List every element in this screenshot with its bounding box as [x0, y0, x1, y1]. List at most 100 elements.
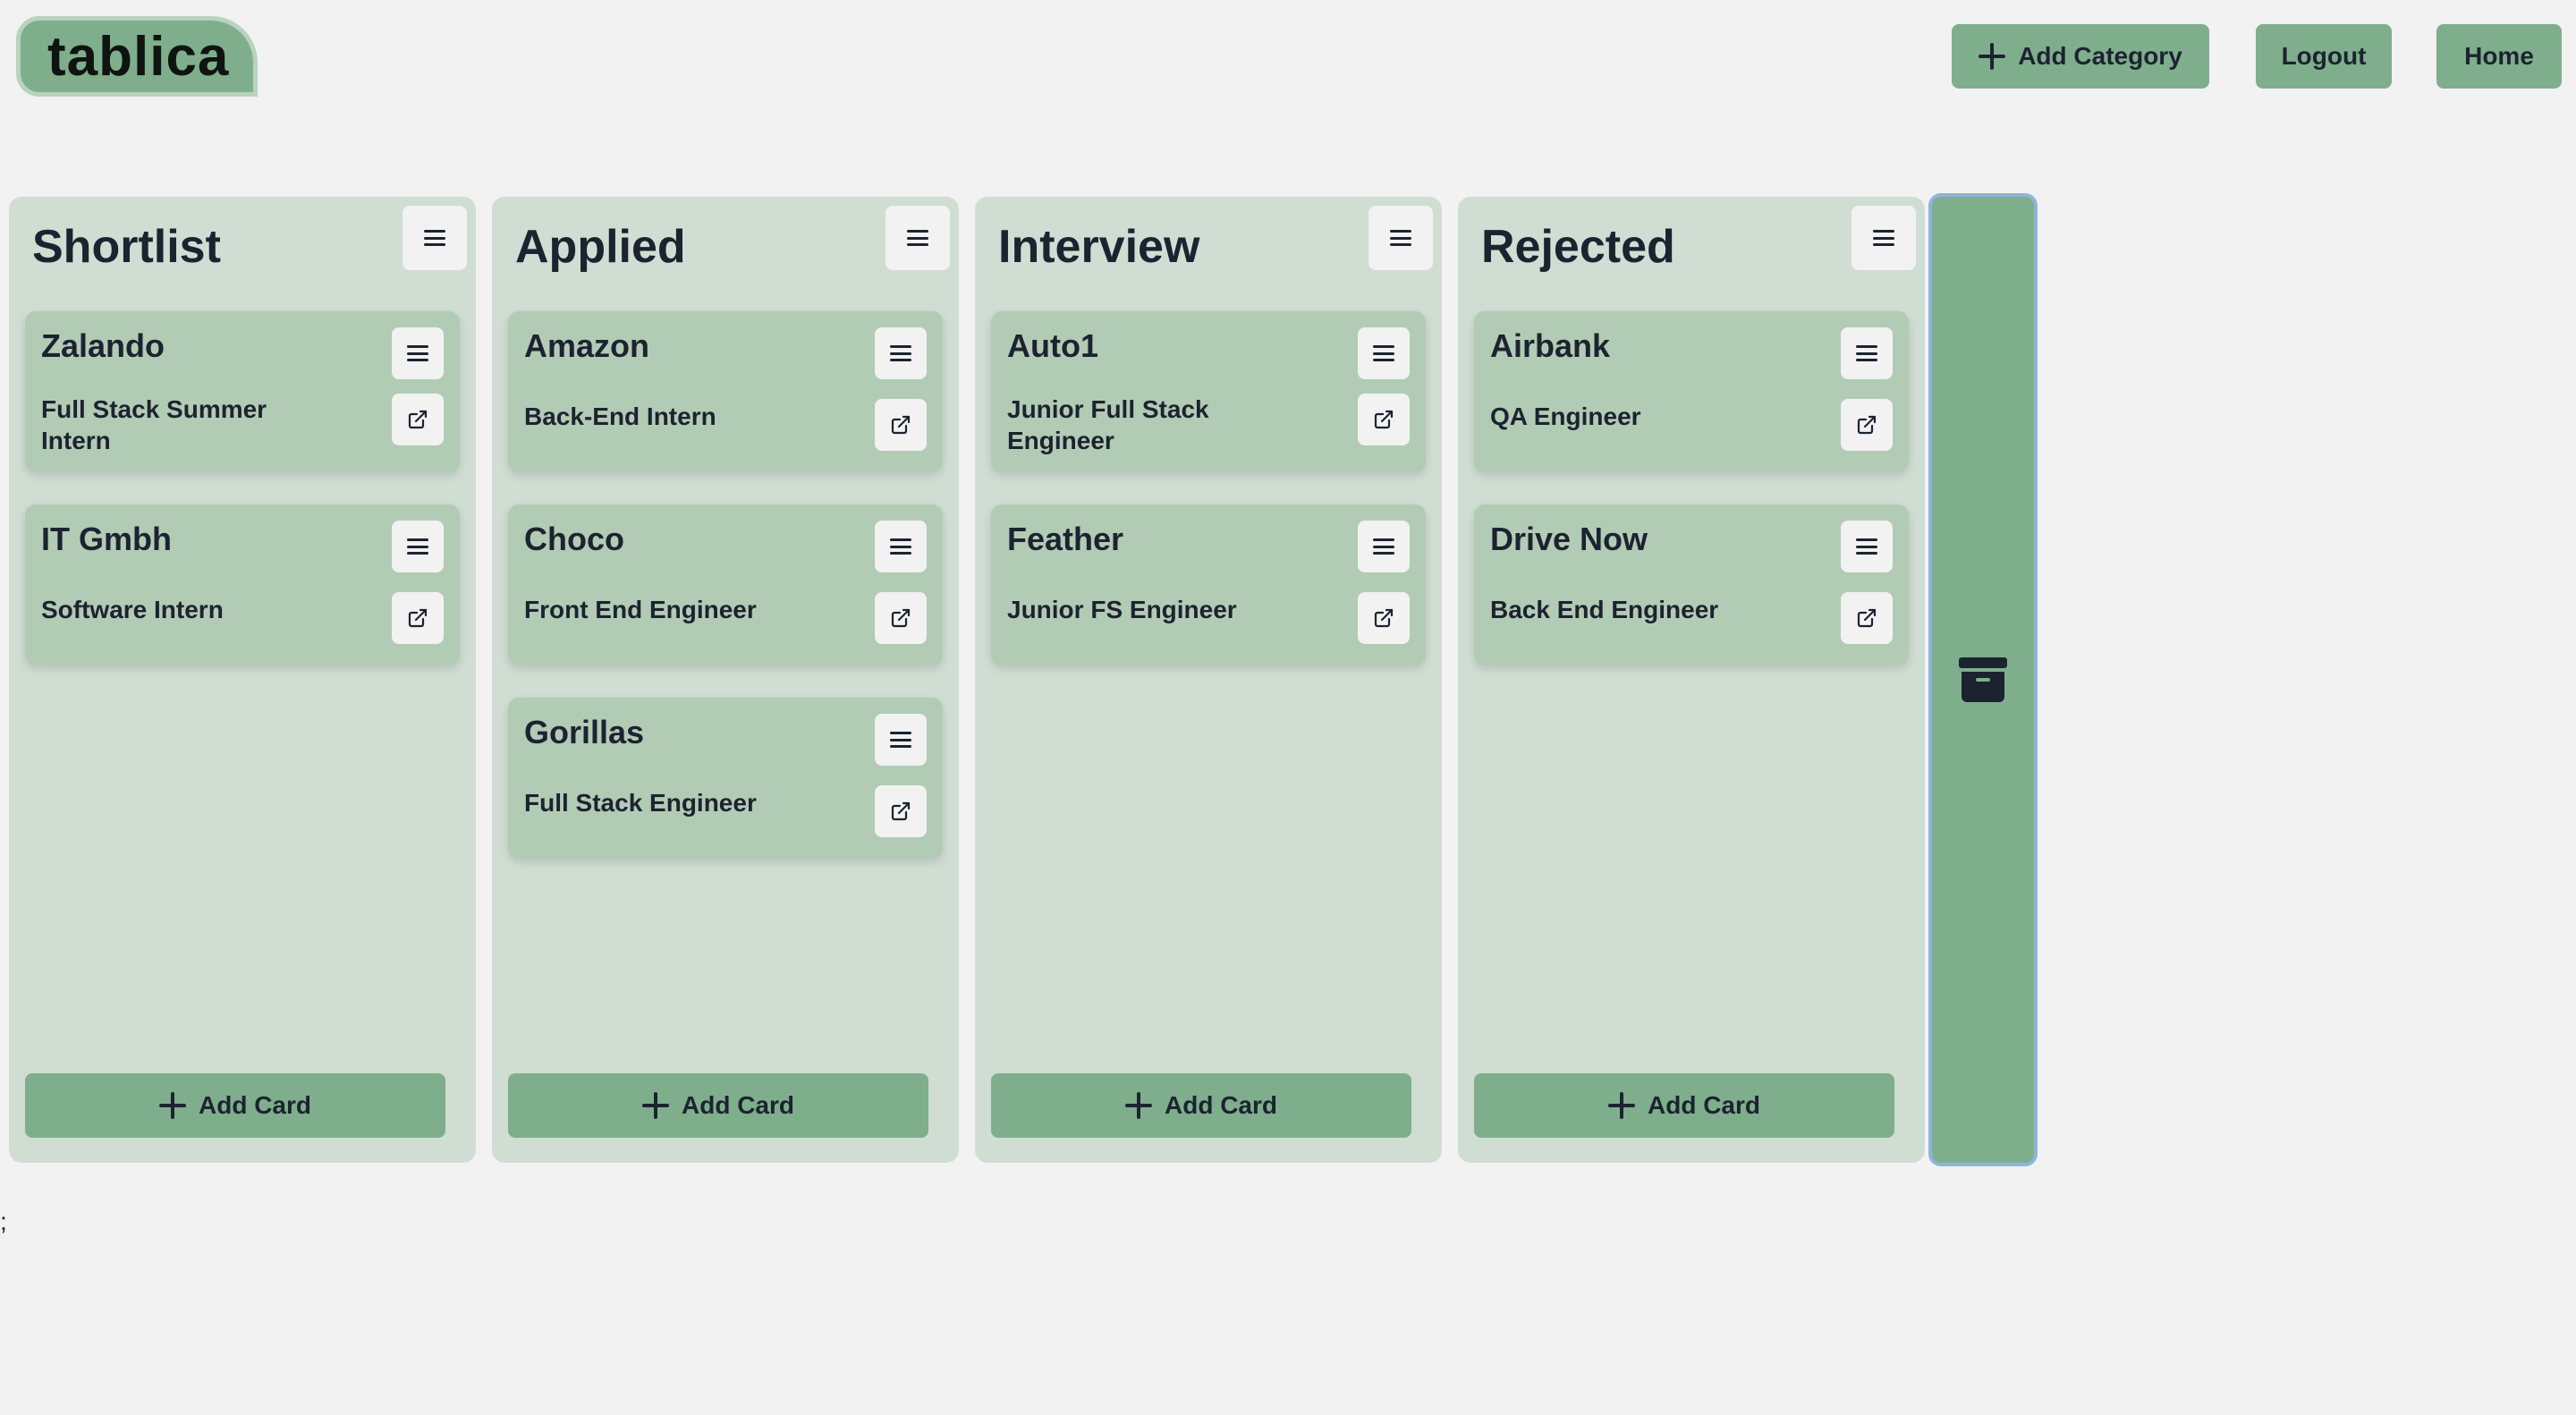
card-company: Auto1 — [1007, 327, 1098, 364]
add-card-label: Add Card — [682, 1091, 794, 1119]
plus-icon — [1608, 1092, 1635, 1119]
card-role: QA Engineer — [1490, 402, 1641, 430]
external-link-icon — [1857, 608, 1877, 628]
plus-icon — [1979, 43, 2006, 70]
hamburger-icon — [1873, 230, 1894, 246]
card-link-button[interactable] — [1841, 399, 1893, 451]
external-link-icon — [408, 410, 428, 429]
hamburger-icon — [407, 345, 428, 361]
card-menu-button[interactable] — [392, 521, 444, 572]
home-label: Home — [2464, 42, 2534, 70]
card-menu-button[interactable] — [392, 327, 444, 379]
card-company: Feather — [1007, 521, 1124, 557]
card-company: IT Gmbh — [41, 521, 172, 557]
archive-drop-zone[interactable] — [1928, 193, 2038, 1166]
card-company: Gorillas — [524, 714, 645, 750]
job-card[interactable]: Gorillas Full Stack Engineer — [508, 698, 943, 859]
card-menu-button[interactable] — [1358, 521, 1410, 572]
app-logo[interactable]: tablica — [16, 16, 258, 97]
logout-button[interactable]: Logout — [2256, 24, 2392, 89]
logout-label: Logout — [2281, 42, 2367, 70]
hamburger-icon — [1373, 538, 1394, 555]
add-card-label: Add Card — [1648, 1091, 1760, 1119]
job-card[interactable]: Zalando Full Stack Summer Intern — [25, 311, 460, 472]
plus-icon — [1125, 1092, 1152, 1119]
archive-icon — [1959, 657, 2007, 702]
card-link-button[interactable] — [1841, 592, 1893, 644]
external-link-icon — [1857, 415, 1877, 435]
job-card[interactable]: Choco Front End Engineer — [508, 504, 943, 665]
card-role: Junior FS Engineer — [1007, 596, 1237, 623]
column-title: Applied — [515, 221, 686, 273]
hamburger-icon — [1390, 230, 1411, 246]
card-list: Airbank QA Engineer Drive Now Back End E… — [1474, 311, 1909, 665]
card-link-button[interactable] — [875, 592, 927, 644]
card-link-button[interactable] — [392, 394, 444, 445]
add-card-button[interactable]: Add Card — [508, 1073, 928, 1138]
job-card[interactable]: Airbank QA Engineer — [1474, 311, 1909, 472]
plus-icon — [159, 1092, 186, 1119]
hamburger-icon — [1373, 345, 1394, 361]
hamburger-icon — [907, 230, 928, 246]
card-list: Auto1 Junior Full Stack Engineer Feather… — [991, 311, 1426, 665]
add-card-label: Add Card — [199, 1091, 311, 1119]
card-role: Back End Engineer — [1490, 596, 1719, 623]
card-role: Front End Engineer — [524, 596, 757, 623]
card-link-button[interactable] — [1358, 592, 1410, 644]
card-menu-button[interactable] — [1841, 327, 1893, 379]
job-card[interactable]: Auto1 Junior Full Stack Engineer — [991, 311, 1426, 472]
hamburger-icon — [407, 538, 428, 555]
add-category-button[interactable]: Add Category — [1952, 24, 2209, 89]
hamburger-icon — [890, 732, 911, 748]
column-menu-button[interactable] — [886, 206, 950, 270]
card-role: Junior Full Stack Engineer — [1007, 395, 1209, 454]
home-button[interactable]: Home — [2436, 24, 2562, 89]
card-company: Amazon — [524, 327, 650, 364]
external-link-icon — [891, 801, 911, 821]
kanban-board: Shortlist Zalando Full Stack Summer Inte… — [9, 197, 1925, 1163]
add-card-label: Add Card — [1165, 1091, 1277, 1119]
card-menu-button[interactable] — [875, 327, 927, 379]
card-list: Zalando Full Stack Summer Intern IT Gmbh… — [25, 311, 460, 665]
column-menu-button[interactable] — [1852, 206, 1916, 270]
job-card[interactable]: IT Gmbh Software Intern — [25, 504, 460, 665]
column-menu-button[interactable] — [1368, 206, 1433, 270]
hamburger-icon — [1856, 345, 1877, 361]
add-card-button[interactable]: Add Card — [991, 1073, 1411, 1138]
card-link-button[interactable] — [392, 592, 444, 644]
column-rejected: Rejected Airbank QA Engineer Drive Now B… — [1458, 197, 1925, 1163]
card-menu-button[interactable] — [875, 714, 927, 766]
job-card[interactable]: Amazon Back-End Intern — [508, 311, 943, 472]
hamburger-icon — [890, 345, 911, 361]
external-link-icon — [1374, 410, 1394, 429]
hamburger-icon — [1856, 538, 1877, 555]
column-title: Interview — [998, 221, 1200, 273]
job-card[interactable]: Feather Junior FS Engineer — [991, 504, 1426, 665]
card-link-button[interactable] — [1358, 394, 1410, 445]
column-menu-button[interactable] — [402, 206, 467, 270]
add-card-button[interactable]: Add Card — [1474, 1073, 1894, 1138]
stray-text: ; — [0, 1207, 7, 1235]
add-card-button[interactable]: Add Card — [25, 1073, 445, 1138]
card-company: Drive Now — [1490, 521, 1648, 557]
card-menu-button[interactable] — [1841, 521, 1893, 572]
card-role: Full Stack Engineer — [524, 789, 757, 817]
job-card[interactable]: Drive Now Back End Engineer — [1474, 504, 1909, 665]
card-role: Back-End Intern — [524, 402, 716, 430]
card-company: Zalando — [41, 327, 165, 364]
column-shortlist: Shortlist Zalando Full Stack Summer Inte… — [9, 197, 476, 1163]
hamburger-icon — [890, 538, 911, 555]
card-company: Airbank — [1490, 327, 1611, 364]
column-title: Rejected — [1481, 221, 1675, 273]
card-link-button[interactable] — [875, 785, 927, 837]
hamburger-icon — [424, 230, 445, 246]
external-link-icon — [408, 608, 428, 628]
card-menu-button[interactable] — [1358, 327, 1410, 379]
card-menu-button[interactable] — [875, 521, 927, 572]
card-link-button[interactable] — [875, 399, 927, 451]
external-link-icon — [891, 415, 911, 435]
column-interview: Interview Auto1 Junior Full Stack Engine… — [975, 197, 1442, 1163]
column-title: Shortlist — [32, 221, 221, 273]
add-category-label: Add Category — [2018, 42, 2182, 70]
plus-icon — [642, 1092, 669, 1119]
